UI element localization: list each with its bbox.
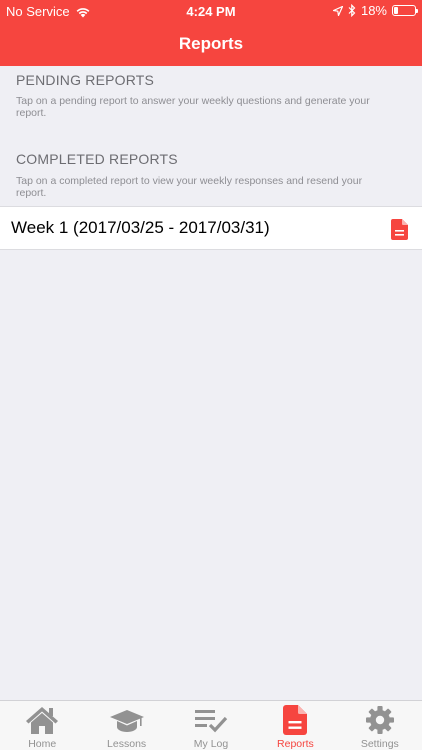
tab-lessons[interactable]: Lessons — [84, 701, 168, 750]
gear-icon — [365, 706, 394, 734]
report-row-week-1[interactable]: Week 1 (2017/03/25 - 2017/03/31) — [0, 206, 422, 250]
pending-reports-footer: Tap on a pending report to answer your w… — [16, 95, 370, 119]
home-icon — [26, 707, 59, 734]
tab-reports[interactable]: Reports — [253, 701, 337, 750]
tab-lessons-label: Lessons — [107, 738, 147, 750]
completed-reports-header: COMPLETED REPORTS — [16, 151, 178, 167]
battery-percent: 18% — [360, 3, 387, 18]
status-right: 18% — [332, 3, 418, 18]
battery-icon — [392, 5, 418, 16]
tab-home-label: Home — [28, 738, 57, 750]
document-icon — [283, 705, 308, 735]
tab-settings-label: Settings — [360, 738, 399, 750]
completed-reports-footer: Tap on a completed report to view your w… — [16, 175, 363, 199]
tab-my-log[interactable]: My Log — [169, 701, 253, 750]
tab-settings[interactable]: Settings — [338, 701, 422, 750]
checklist-icon — [195, 710, 228, 733]
status-bar: No Service 4:24 PM 18% — [0, 0, 422, 22]
tab-reports-label: Reports — [277, 738, 314, 750]
report-row-label: Week 1 (2017/03/25 - 2017/03/31) — [11, 218, 270, 237]
graduation-cap-icon — [109, 710, 144, 732]
bluetooth-icon — [348, 4, 356, 17]
tab-home[interactable]: Home — [0, 701, 84, 750]
navigation-bar: Reports — [0, 22, 422, 66]
tab-bar: Home Lessons My Log Reports Settings — [0, 700, 422, 750]
document-icon[interactable] — [391, 219, 408, 240]
location-arrow-icon — [332, 5, 343, 16]
pending-reports-header: PENDING REPORTS — [16, 72, 155, 88]
page-title: Reports — [178, 34, 244, 53]
tab-my-log-label: My Log — [193, 738, 229, 750]
